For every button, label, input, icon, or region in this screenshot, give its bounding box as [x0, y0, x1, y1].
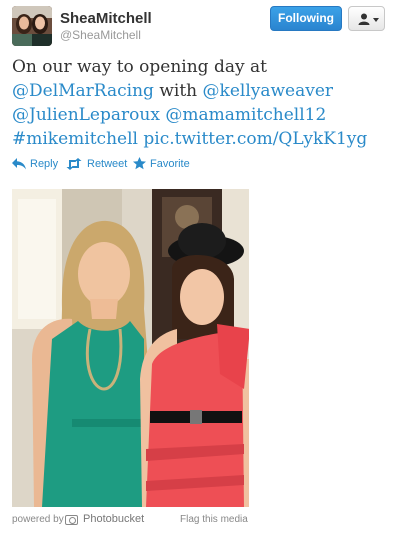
- tweet-text-line1: On our way to opening day at: [12, 57, 267, 77]
- flag-media-link[interactable]: Flag this media: [180, 514, 248, 525]
- mention-julienleparoux[interactable]: @JulienLeparoux: [12, 105, 160, 125]
- tweet-text-with: with: [159, 81, 198, 101]
- avatar-image: [12, 6, 52, 46]
- reply-icon: [12, 158, 26, 170]
- mention-kellyaweaver[interactable]: @kellyaweaver: [203, 81, 334, 101]
- favorite-label: Favorite: [150, 158, 190, 170]
- mention-mamamitchell12[interactable]: @mamamitchell12: [165, 105, 326, 125]
- reply-button[interactable]: Reply: [12, 156, 60, 172]
- favorite-button[interactable]: Favorite: [133, 156, 197, 172]
- hashtag-mikemitchell[interactable]: #mikemitchell: [12, 129, 138, 149]
- tweet-photo[interactable]: [12, 189, 249, 507]
- retweet-icon: [66, 158, 82, 170]
- user-screen-name[interactable]: @SheaMitchell: [60, 28, 152, 43]
- media-link[interactable]: pic.twitter.com/QLykK1yg: [143, 129, 367, 149]
- user-icon: [358, 13, 370, 25]
- user-actions-dropdown[interactable]: [348, 6, 385, 31]
- powered-by-label: powered by: [12, 514, 64, 525]
- photo-image: [12, 189, 249, 507]
- tweet-text: On our way to opening day at @DelMarRaci…: [12, 55, 387, 151]
- retweet-label: Retweet: [87, 158, 128, 170]
- avatar[interactable]: [12, 6, 52, 46]
- following-button[interactable]: Following: [270, 6, 342, 31]
- media-footer: powered by Photobucket Flag this media: [12, 513, 252, 528]
- reply-label: Reply: [30, 158, 59, 170]
- chevron-down-icon: [373, 18, 379, 22]
- star-icon: [133, 157, 146, 170]
- mention-delmarracing[interactable]: @DelMarRacing: [12, 81, 154, 101]
- photobucket-link[interactable]: Photobucket: [83, 513, 144, 525]
- camera-icon: [65, 515, 78, 525]
- user-names: SheaMitchell @SheaMitchell: [60, 10, 152, 43]
- retweet-button[interactable]: Retweet: [66, 156, 130, 172]
- user-full-name[interactable]: SheaMitchell: [60, 10, 152, 28]
- tweet-header: SheaMitchell @SheaMitchell Following: [12, 6, 385, 46]
